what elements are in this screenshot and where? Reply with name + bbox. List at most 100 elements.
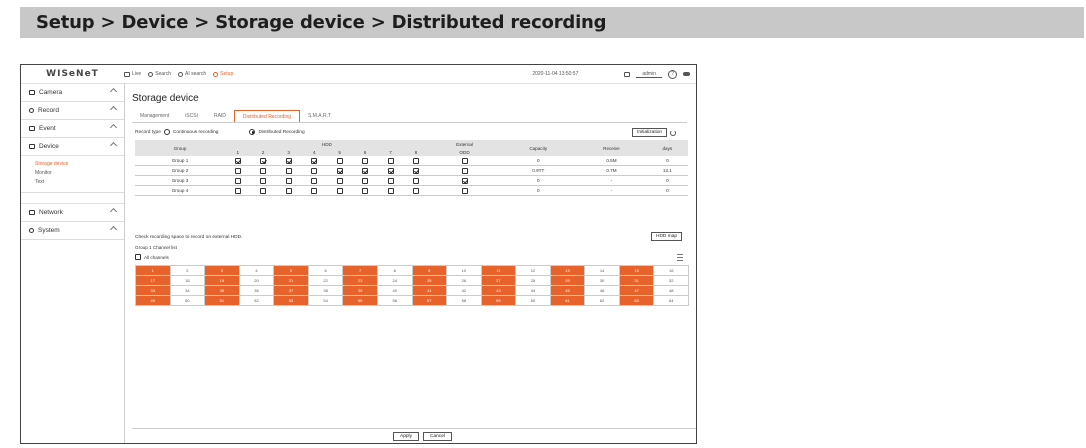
- channel-cell[interactable]: 42: [447, 286, 482, 296]
- all-channels-checkbox[interactable]: [135, 254, 141, 260]
- channel-cell[interactable]: 9: [412, 266, 448, 276]
- tab-raid[interactable]: RAID: [206, 110, 234, 121]
- channel-cell[interactable]: 20: [239, 276, 275, 286]
- external-checkbox[interactable]: [461, 177, 468, 184]
- sidebar-subitem-text[interactable]: Text: [35, 177, 124, 186]
- channel-cell[interactable]: 5: [274, 266, 309, 276]
- channel-cell[interactable]: 33: [136, 286, 171, 296]
- menu-live[interactable]: Live: [124, 71, 141, 77]
- channel-cell[interactable]: 27: [481, 276, 517, 286]
- sidebar-item-network[interactable]: Network: [21, 203, 124, 222]
- sidebar-item-camera[interactable]: Camera: [21, 84, 124, 102]
- channel-cell[interactable]: 40: [377, 286, 413, 296]
- tab-management[interactable]: Management: [132, 110, 177, 121]
- channel-cell[interactable]: 8: [377, 266, 413, 276]
- hdd-checkbox[interactable]: [336, 157, 343, 164]
- menu-ai-search[interactable]: AI search: [178, 71, 206, 77]
- menu-setup[interactable]: Setup: [213, 71, 233, 77]
- channel-cell[interactable]: 32: [654, 276, 689, 286]
- channel-cell[interactable]: 36: [239, 286, 275, 296]
- hdd-checkbox[interactable]: [285, 167, 292, 174]
- hdd-checkbox[interactable]: [260, 157, 267, 164]
- channel-cell[interactable]: 50: [170, 296, 206, 306]
- hdd-checkbox[interactable]: [336, 187, 343, 194]
- hdd-checkbox[interactable]: [285, 187, 292, 194]
- hdd-map-button[interactable]: HDD map: [651, 232, 683, 241]
- channel-cell[interactable]: 53: [274, 296, 309, 306]
- channel-cell[interactable]: 54: [308, 296, 344, 306]
- channel-cell[interactable]: 17: [136, 276, 171, 286]
- hdd-checkbox[interactable]: [413, 187, 420, 194]
- channel-cell[interactable]: 7: [343, 266, 378, 276]
- sidebar-subitem-monitor[interactable]: Monitor: [35, 168, 124, 177]
- external-checkbox[interactable]: [461, 157, 468, 164]
- channel-cell[interactable]: 44: [516, 286, 551, 296]
- hdd-checkbox[interactable]: [234, 177, 241, 184]
- hdd-checkbox[interactable]: [336, 177, 343, 184]
- hdd-checkbox[interactable]: [234, 187, 241, 194]
- hdd-checkbox[interactable]: [285, 157, 292, 164]
- channel-cell[interactable]: 37: [274, 286, 309, 296]
- channel-cell[interactable]: 26: [447, 276, 482, 286]
- hdd-checkbox[interactable]: [260, 177, 267, 184]
- logout-icon[interactable]: [683, 72, 690, 76]
- channel-cell[interactable]: 56: [377, 296, 413, 306]
- channel-cell[interactable]: 3: [205, 266, 240, 276]
- channel-cell[interactable]: 24: [377, 276, 413, 286]
- channel-cell[interactable]: 60: [516, 296, 551, 306]
- channel-cell[interactable]: 2: [170, 266, 206, 276]
- hdd-checkbox[interactable]: [387, 187, 394, 194]
- list-view-icon[interactable]: [677, 254, 683, 261]
- channel-cell[interactable]: 29: [550, 276, 586, 286]
- apply-button[interactable]: Apply: [393, 432, 419, 441]
- hdd-checkbox[interactable]: [387, 157, 394, 164]
- channel-cell[interactable]: 41: [412, 286, 448, 296]
- hdd-checkbox[interactable]: [311, 157, 318, 164]
- sidebar-item-event[interactable]: Event: [21, 120, 124, 138]
- hdd-checkbox[interactable]: [260, 167, 267, 174]
- distributed-recording-radio[interactable]: [249, 129, 256, 135]
- hdd-checkbox[interactable]: [311, 167, 318, 174]
- channel-cell[interactable]: 13: [550, 266, 586, 276]
- external-checkbox[interactable]: [461, 187, 468, 194]
- tab-distributed-recording[interactable]: Distributed Recording: [233, 110, 301, 122]
- channel-cell[interactable]: 16: [654, 266, 689, 276]
- channel-cell[interactable]: 48: [654, 286, 689, 296]
- channel-cell[interactable]: 55: [343, 296, 378, 306]
- sidebar-item-record[interactable]: Record: [21, 102, 124, 120]
- sidebar-subitem-storage-device[interactable]: Storage device: [35, 159, 124, 168]
- user-select[interactable]: admin: [636, 71, 662, 78]
- channel-cell[interactable]: 58: [447, 296, 482, 306]
- channel-cell[interactable]: 21: [274, 276, 309, 286]
- channel-cell[interactable]: 59: [481, 296, 517, 306]
- channel-cell[interactable]: 62: [585, 296, 620, 306]
- channel-cell[interactable]: 64: [654, 296, 689, 306]
- channel-cell[interactable]: 35: [205, 286, 240, 296]
- channel-cell[interactable]: 22: [308, 276, 344, 286]
- channel-cell[interactable]: 12: [516, 266, 551, 276]
- initialization-button[interactable]: Initialization: [632, 128, 668, 137]
- menu-search[interactable]: Search: [148, 71, 171, 77]
- channel-cell[interactable]: 51: [205, 296, 240, 306]
- channel-cell[interactable]: 46: [585, 286, 620, 296]
- channel-cell[interactable]: 38: [308, 286, 344, 296]
- channel-cell[interactable]: 63: [619, 296, 655, 306]
- channel-cell[interactable]: 43: [481, 286, 517, 296]
- channel-cell[interactable]: 25: [412, 276, 448, 286]
- hdd-checkbox[interactable]: [234, 157, 241, 164]
- network-status-icon[interactable]: [624, 71, 631, 77]
- sidebar-item-system[interactable]: System: [21, 222, 124, 240]
- hdd-checkbox[interactable]: [311, 187, 318, 194]
- channel-cell[interactable]: 52: [239, 296, 275, 306]
- channel-cell[interactable]: 14: [585, 266, 620, 276]
- tab-iscsi[interactable]: iSCSI: [177, 110, 206, 121]
- channel-cell[interactable]: 61: [550, 296, 586, 306]
- channel-cell[interactable]: 11: [481, 266, 517, 276]
- channel-cell[interactable]: 30: [585, 276, 620, 286]
- external-checkbox[interactable]: [461, 167, 468, 174]
- sidebar-item-device[interactable]: Device: [21, 138, 124, 156]
- hdd-checkbox[interactable]: [362, 177, 369, 184]
- hdd-checkbox[interactable]: [260, 187, 267, 194]
- continuous-recording-radio[interactable]: [163, 129, 170, 135]
- hdd-checkbox[interactable]: [362, 187, 369, 194]
